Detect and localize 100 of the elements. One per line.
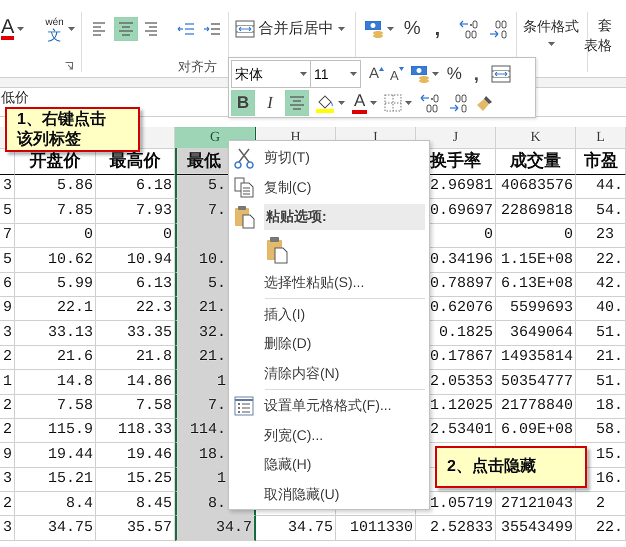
- table-cell: 14.8: [15, 370, 96, 395]
- caret-icon[interactable]: [370, 101, 378, 105]
- decrease-decimal-icon[interactable]: [458, 19, 478, 39]
- table-cell: 21.6: [15, 346, 96, 370]
- column-title: 市盈: [576, 148, 626, 175]
- money-icon[interactable]: [410, 64, 430, 84]
- table-cell: 23: [576, 224, 626, 248]
- font-name-field[interactable]: 宋体: [231, 60, 311, 88]
- menu-item[interactable]: 取消隐藏(U): [264, 484, 340, 505]
- menu-item[interactable]: 剪切(T): [264, 147, 310, 168]
- table-cell: 15.21: [15, 468, 96, 492]
- table-cell: 6: [0, 272, 15, 297]
- shrink-font-button[interactable]: A: [390, 66, 399, 86]
- money-icon[interactable]: [364, 19, 384, 39]
- borders-button[interactable]: [384, 94, 412, 112]
- table-cell: 5.86: [15, 175, 96, 200]
- grow-font-button[interactable]: A: [369, 62, 384, 86]
- italic-button[interactable]: I: [258, 90, 282, 116]
- currency-format-button[interactable]: [410, 64, 439, 84]
- table-cell: 40.: [576, 296, 626, 322]
- caret-icon[interactable]: [350, 72, 357, 76]
- menu-section-header: 粘贴选项:: [264, 204, 425, 230]
- caret-icon[interactable]: [548, 42, 555, 46]
- menu-item[interactable]: 列宽(C)...: [264, 424, 324, 446]
- align-center-button[interactable]: [285, 90, 309, 116]
- clipboard-icon[interactable]: [233, 204, 255, 229]
- paint-bucket-icon[interactable]: [315, 93, 335, 113]
- table-cell: 2: [0, 346, 15, 370]
- scissors-icon[interactable]: [233, 146, 255, 169]
- caret-icon[interactable]: [386, 27, 394, 31]
- column-header[interactable]: L: [576, 127, 626, 149]
- table-cell: 51.: [576, 321, 626, 346]
- currency-format-button[interactable]: [364, 19, 394, 39]
- format-list-icon[interactable]: [233, 394, 255, 417]
- align-center-icon[interactable]: [288, 94, 306, 112]
- table-cell: 19.44: [15, 443, 96, 468]
- table-cell: 22.1: [15, 296, 96, 322]
- table-cell: 10.62: [15, 248, 96, 273]
- increase-decimal-icon[interactable]: [488, 19, 508, 39]
- caret-icon[interactable]: [17, 27, 24, 31]
- table-cell: 3: [0, 468, 15, 492]
- fill-color-button[interactable]: [315, 93, 345, 113]
- menu-item[interactable]: 设置单元格格式(F)...: [264, 395, 392, 416]
- table-cell: 35543499: [496, 516, 576, 541]
- table-cell: 6.09E+08: [496, 418, 576, 444]
- table-cell: 7: [0, 224, 15, 248]
- table-cell: 5: [0, 248, 15, 273]
- table-cell: 1011330: [336, 516, 416, 541]
- comma-style-button[interactable]: ,: [434, 22, 440, 36]
- table-cell: 2: [0, 492, 15, 516]
- table-cell: 22869818: [496, 199, 576, 224]
- menu-item[interactable]: 选择性粘贴(S)...: [264, 272, 364, 293]
- table-cell: 3649064: [496, 321, 576, 346]
- phonetic-guide-button[interactable]: wén 文: [45, 14, 75, 44]
- table-cell: 58.: [576, 418, 626, 444]
- bold-button[interactable]: B: [231, 90, 255, 116]
- table-cell: 2: [0, 418, 15, 444]
- conditional-formatting-button[interactable]: 条件格式: [523, 18, 580, 46]
- increase-decimal-icon[interactable]: [448, 93, 468, 113]
- caret-icon[interactable]: [68, 27, 75, 31]
- table-cell: 0: [15, 224, 96, 248]
- table-cell: 5: [0, 199, 15, 224]
- wrap-text-icon[interactable]: [490, 65, 511, 83]
- font-color-button[interactable]: A: [352, 92, 378, 114]
- column-header[interactable]: K: [496, 127, 576, 149]
- column-title: 成交量: [496, 148, 576, 175]
- caret-icon[interactable]: [432, 72, 439, 76]
- table-cell: 3: [0, 175, 15, 200]
- caret-icon[interactable]: [300, 72, 307, 76]
- menu-item[interactable]: 清除内容(N): [264, 362, 340, 384]
- table-cell: 18.: [576, 394, 626, 419]
- up-triangle-icon[interactable]: [379, 67, 384, 71]
- font-size-field[interactable]: 11: [311, 60, 361, 88]
- table-cell: 21.: [576, 346, 626, 370]
- clipboard-icon[interactable]: [265, 236, 289, 264]
- callout-text: 2、点击隐藏: [447, 457, 536, 477]
- table-cell: 27121043: [496, 492, 576, 516]
- menu-item[interactable]: 删除(D): [264, 333, 312, 354]
- merge-cells-icon[interactable]: [234, 20, 255, 38]
- decrease-decimal-icon[interactable]: [419, 93, 440, 113]
- dialog-launcher-icon[interactable]: [65, 62, 73, 70]
- formula-bar-text: 低价: [0, 91, 29, 107]
- caret-icon[interactable]: [405, 101, 412, 105]
- percent-button[interactable]: %: [446, 61, 462, 87]
- table-cell: 115.9: [15, 418, 96, 444]
- down-triangle-icon[interactable]: [398, 67, 404, 71]
- table-cell: 7.58: [15, 394, 96, 419]
- merge-center-button[interactable]: 合并后居中: [234, 17, 345, 41]
- percent-button[interactable]: %: [404, 14, 421, 44]
- copy-icon[interactable]: [233, 176, 255, 198]
- menu-item[interactable]: 隐藏(H): [264, 454, 312, 476]
- table-cell: 42.: [576, 272, 626, 297]
- caret-icon[interactable]: [338, 101, 345, 105]
- menu-item[interactable]: 复制(C): [264, 176, 312, 198]
- caret-icon[interactable]: [338, 27, 345, 31]
- table-cell: 3: [0, 321, 15, 346]
- font-color-button[interactable]: A: [1, 17, 24, 41]
- table-cell: 51.: [576, 370, 626, 395]
- menu-item[interactable]: 插入(I): [264, 304, 306, 325]
- borders-icon[interactable]: [384, 94, 402, 112]
